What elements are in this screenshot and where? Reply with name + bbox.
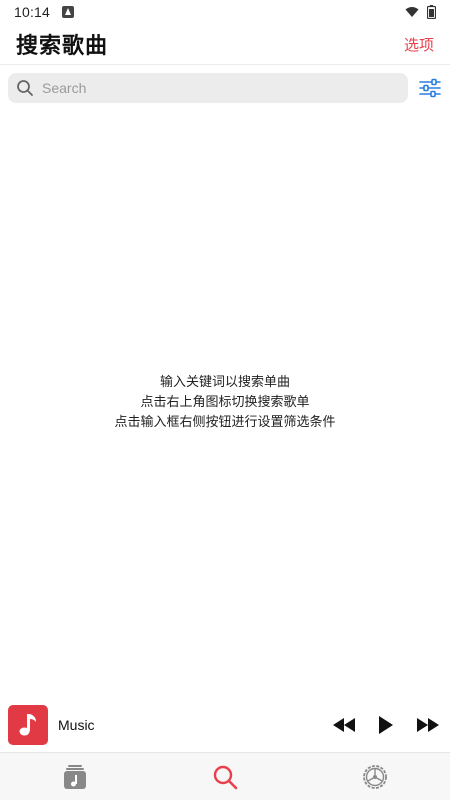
hint-line: 输入关键词以搜索单曲 <box>159 375 290 390</box>
filter-settings-button[interactable] <box>418 76 442 100</box>
page-title: 搜索歌曲 <box>16 34 109 59</box>
album-art[interactable] <box>8 705 48 745</box>
empty-state-hint: 输入关键词以搜索单曲 点击右上角图标切换搜索歌单 点击输入框右侧按钮进行设置筛选… <box>0 373 450 433</box>
header-divider <box>0 64 450 65</box>
search-row <box>0 72 450 104</box>
status-indicators <box>405 5 436 19</box>
search-input[interactable] <box>42 75 382 101</box>
mini-player[interactable]: Music <box>0 703 450 747</box>
previous-button[interactable] <box>332 713 356 737</box>
tab-settings[interactable] <box>300 753 450 800</box>
battery-icon <box>427 5 436 19</box>
header: 搜索歌曲 选项 <box>0 24 450 64</box>
tab-library[interactable] <box>0 753 150 800</box>
rewind-icon <box>333 718 355 732</box>
track-title: Music <box>58 717 95 733</box>
playback-controls <box>332 713 442 737</box>
hint-line: 点击输入框右侧按钮进行设置筛选条件 <box>114 415 336 430</box>
play-icon <box>379 716 393 734</box>
status-time: 10:14 <box>14 4 51 20</box>
app-notification-icon <box>62 6 75 18</box>
tab-search[interactable] <box>150 753 300 800</box>
hint-line: 点击右上角图标切换搜索歌单 <box>140 395 310 410</box>
wifi-icon <box>405 7 419 17</box>
status-bar: 10:14 <box>0 0 450 24</box>
fast-forward-icon <box>417 718 439 732</box>
next-button[interactable] <box>416 713 440 737</box>
search-icon <box>16 79 34 97</box>
music-note-icon <box>19 714 36 736</box>
search-box[interactable] <box>8 73 408 103</box>
sliders-icon <box>419 78 441 98</box>
play-button[interactable] <box>374 713 398 737</box>
bottom-tab-bar <box>0 752 450 800</box>
settings-icon <box>363 764 387 789</box>
options-button[interactable]: 选项 <box>404 34 434 55</box>
music-library-icon <box>64 764 86 789</box>
search-icon <box>213 765 238 789</box>
